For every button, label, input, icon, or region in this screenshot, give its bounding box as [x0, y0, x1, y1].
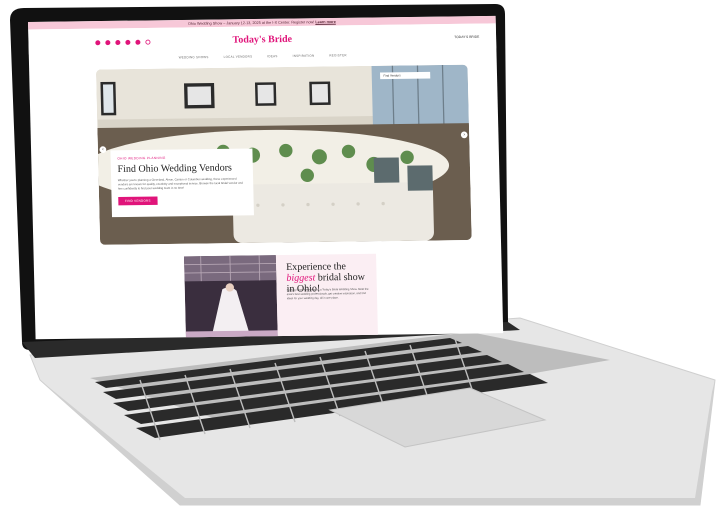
- webpage-screen: Ohio Wedding Show – January 12-13, 2025 …: [28, 15, 504, 340]
- find-vendors-button[interactable]: FIND VENDORS: [118, 196, 158, 206]
- announcement-text: Ohio Wedding Show – January 12-13, 2025 …: [187, 19, 315, 26]
- nav-item-wedding-shows[interactable]: WEDDING SHOWS: [179, 56, 209, 60]
- nav-item-register[interactable]: REGISTER: [329, 54, 346, 58]
- wedding-show-promo: Experience the biggest bridal show in Oh…: [183, 253, 379, 340]
- hero-prev-arrow[interactable]: ‹: [99, 146, 107, 154]
- hero-next-arrow[interactable]: ›: [460, 131, 468, 139]
- promo-body: Nothing beats the energy at a Today's Br…: [286, 287, 369, 301]
- hero-body: Whether you're planning a Cleveland, Akr…: [117, 177, 243, 191]
- hero-title: Find Ohio Wedding Vendors: [117, 161, 233, 175]
- nav-item-inspiration[interactable]: INSPIRATION: [293, 54, 315, 58]
- hero-card: OHIO WEDDING PLANNING Find Ohio Wedding …: [110, 148, 254, 218]
- nav-item-local-vendors[interactable]: LOCAL VENDORS: [224, 55, 253, 59]
- announcement-link[interactable]: Learn more: [315, 20, 336, 24]
- site-logo[interactable]: Today's Bride: [28, 30, 496, 49]
- bridal-show-photo: [183, 255, 278, 340]
- nav-item-ideas[interactable]: IDEAS: [267, 55, 277, 58]
- hero-eyebrow: OHIO WEDDING PLANNING: [117, 156, 166, 161]
- header-right-link[interactable]: TODAY'S BRIDE: [454, 34, 479, 39]
- find-vendors-pill[interactable]: Find Vendors: [380, 71, 431, 80]
